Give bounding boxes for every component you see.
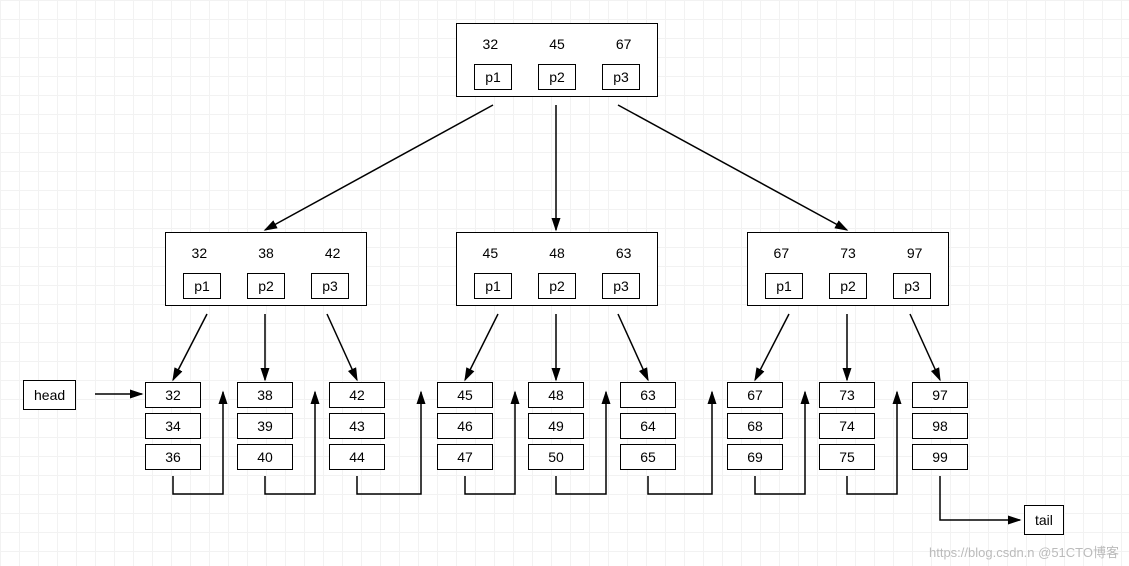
leaf3-2: 47 xyxy=(437,444,493,470)
leaf0-0: 32 xyxy=(145,382,201,408)
mid1-v1: 48 xyxy=(524,233,591,273)
root-pointers: p1 p2 p3 xyxy=(457,64,657,96)
mid1-v2: 63 xyxy=(590,233,657,273)
leaf5-0: 63 xyxy=(620,382,676,408)
leaf-4: 48 49 50 xyxy=(528,382,584,475)
mid-node-0: 32 38 42 p1 p2 p3 xyxy=(165,232,367,306)
mid2-p1: p1 xyxy=(765,273,803,299)
mid0-v2: 42 xyxy=(299,233,366,273)
leaf1-0: 38 xyxy=(237,382,293,408)
leaf1-1: 39 xyxy=(237,413,293,439)
tail-label: tail xyxy=(1024,505,1064,535)
mid1-p1: p1 xyxy=(474,273,512,299)
watermark: https://blog.csdn.n @51CTO博客 xyxy=(929,542,1119,561)
head-label: head xyxy=(23,380,76,410)
leaf5-2: 65 xyxy=(620,444,676,470)
leaf8-2: 99 xyxy=(912,444,968,470)
leaf7-1: 74 xyxy=(819,413,875,439)
leaf-3: 45 46 47 xyxy=(437,382,493,475)
leaf6-0: 67 xyxy=(727,382,783,408)
leaf2-1: 43 xyxy=(329,413,385,439)
leaf-2: 42 43 44 xyxy=(329,382,385,475)
leaf8-0: 97 xyxy=(912,382,968,408)
mid1-p3: p3 xyxy=(602,273,640,299)
diagram-canvas: head tail 32 45 67 p1 p2 p3 32 38 42 p1 … xyxy=(0,0,1129,566)
leaf-8: 97 98 99 xyxy=(912,382,968,475)
leaf3-1: 46 xyxy=(437,413,493,439)
leaf3-0: 45 xyxy=(437,382,493,408)
leaf2-0: 42 xyxy=(329,382,385,408)
mid2-v2: 97 xyxy=(881,233,948,273)
mid1-p2: p2 xyxy=(538,273,576,299)
root-values: 32 45 67 xyxy=(457,24,657,64)
leaf-7: 73 74 75 xyxy=(819,382,875,475)
leaf-6: 67 68 69 xyxy=(727,382,783,475)
leaf0-1: 34 xyxy=(145,413,201,439)
mid1-v0: 45 xyxy=(457,233,524,273)
leaf2-2: 44 xyxy=(329,444,385,470)
mid-node-2: 67 73 97 p1 p2 p3 xyxy=(747,232,949,306)
leaf-5: 63 64 65 xyxy=(620,382,676,475)
root-node: 32 45 67 p1 p2 p3 xyxy=(456,23,658,97)
leaf4-2: 50 xyxy=(528,444,584,470)
mid0-p2: p2 xyxy=(247,273,285,299)
leaf4-0: 48 xyxy=(528,382,584,408)
leaf7-0: 73 xyxy=(819,382,875,408)
root-p2: p2 xyxy=(538,64,576,90)
mid0-p3: p3 xyxy=(311,273,349,299)
leaf-0: 32 34 36 xyxy=(145,382,201,475)
mid0-v0: 32 xyxy=(166,233,233,273)
mid2-p3: p3 xyxy=(893,273,931,299)
root-v1: 45 xyxy=(524,24,591,64)
mid2-v0: 67 xyxy=(748,233,815,273)
mid2-p2: p2 xyxy=(829,273,867,299)
mid0-v1: 38 xyxy=(233,233,300,273)
tail-text: tail xyxy=(1035,512,1053,528)
leaf6-1: 68 xyxy=(727,413,783,439)
leaf5-1: 64 xyxy=(620,413,676,439)
leaf4-1: 49 xyxy=(528,413,584,439)
leaf-1: 38 39 40 xyxy=(237,382,293,475)
leaf8-1: 98 xyxy=(912,413,968,439)
mid2-v1: 73 xyxy=(815,233,882,273)
mid0-p1: p1 xyxy=(183,273,221,299)
leaf7-2: 75 xyxy=(819,444,875,470)
root-v0: 32 xyxy=(457,24,524,64)
root-v2: 67 xyxy=(590,24,657,64)
leaf6-2: 69 xyxy=(727,444,783,470)
mid-node-1: 45 48 63 p1 p2 p3 xyxy=(456,232,658,306)
root-p3: p3 xyxy=(602,64,640,90)
head-text: head xyxy=(34,387,65,403)
root-p1: p1 xyxy=(474,64,512,90)
leaf0-2: 36 xyxy=(145,444,201,470)
leaf1-2: 40 xyxy=(237,444,293,470)
